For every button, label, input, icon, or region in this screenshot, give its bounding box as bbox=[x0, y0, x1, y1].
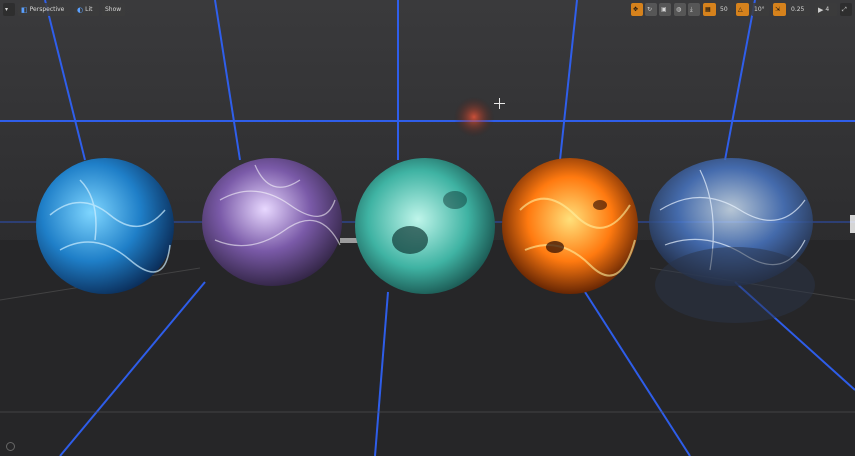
lit-icon: ◐ bbox=[77, 5, 84, 14]
perspective-icon: ◧ bbox=[21, 5, 28, 14]
rotation-snap-button[interactable]: △ bbox=[736, 3, 749, 16]
rotation-snap-value-label: 10° bbox=[754, 6, 765, 13]
red-glow-orb bbox=[454, 97, 494, 137]
grid-snap-value[interactable]: 50 bbox=[717, 3, 734, 16]
scale-mode-icon: ▣ bbox=[661, 6, 667, 13]
camera-speed-icon: ▶ bbox=[818, 5, 824, 14]
purple-crystal-sphere bbox=[202, 158, 342, 286]
hologram-sphere bbox=[649, 158, 815, 323]
world-space-button[interactable]: ◍ bbox=[674, 3, 686, 16]
lit-label: Lit bbox=[85, 6, 93, 13]
scale-snap-button[interactable]: ⇲ bbox=[773, 3, 786, 16]
camera-speed-button[interactable]: ▶ 4 bbox=[815, 3, 837, 16]
viewport-options-button[interactable]: ▾ bbox=[3, 3, 15, 16]
rotation-snap-icon: △ bbox=[738, 6, 743, 13]
surface-snap-button[interactable]: ⤓ bbox=[688, 3, 700, 16]
rotate-mode-button[interactable]: ↻ bbox=[645, 3, 657, 16]
fire-sphere bbox=[502, 158, 638, 294]
translate-mode-button[interactable]: ✥ bbox=[631, 3, 643, 16]
grid-snap-value-label: 50 bbox=[720, 6, 728, 13]
axis-indicator bbox=[6, 442, 15, 451]
camera-speed-value: 4 bbox=[825, 6, 830, 13]
rotation-snap-value[interactable]: 10° bbox=[751, 3, 769, 16]
teal-plasma-sphere bbox=[355, 158, 495, 294]
show-button[interactable]: Show bbox=[102, 3, 125, 16]
hologram-reflection bbox=[655, 247, 815, 323]
show-label: Show bbox=[105, 6, 122, 13]
level-viewport[interactable]: ▾ ◧ Perspective ◐ Lit Show ✥ ↻ ▣ ◍ ⤓ ▦ 5… bbox=[0, 0, 855, 456]
grid-snap-icon: ▦ bbox=[705, 6, 711, 13]
scale-mode-button[interactable]: ▣ bbox=[659, 3, 671, 16]
rotate-mode-icon: ↻ bbox=[647, 6, 653, 13]
viewport-crosshair bbox=[494, 98, 505, 109]
scale-snap-icon: ⇲ bbox=[775, 6, 781, 13]
translate-mode-icon: ✥ bbox=[633, 6, 639, 13]
scale-snap-value[interactable]: 0.25 bbox=[788, 3, 810, 16]
maximize-icon: ⤢ bbox=[842, 5, 847, 13]
surface-snap-icon: ⤓ bbox=[690, 5, 693, 13]
perspective-button[interactable]: ◧ Perspective bbox=[18, 3, 70, 16]
blue-electric-sphere bbox=[36, 158, 174, 294]
view-mode-button[interactable]: ◐ Lit bbox=[74, 3, 99, 16]
scale-snap-value-label: 0.25 bbox=[791, 6, 805, 13]
grid-snap-button[interactable]: ▦ bbox=[703, 3, 716, 16]
scene-canvas[interactable] bbox=[0, 0, 855, 456]
side-light bbox=[850, 215, 855, 233]
maximize-viewport-button[interactable]: ⤢ bbox=[840, 3, 852, 16]
world-space-icon: ◍ bbox=[676, 6, 682, 13]
perspective-label: Perspective bbox=[29, 6, 65, 13]
dropdown-menu-icon: ▾ bbox=[5, 6, 9, 13]
